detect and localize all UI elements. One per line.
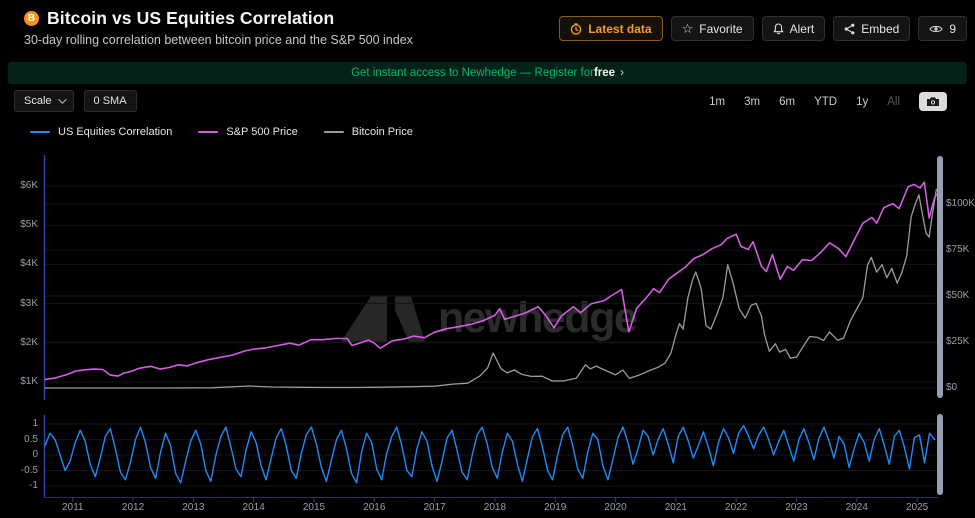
axis-tick-label: 2025 (897, 502, 937, 513)
axis-tick-label: $0 (946, 382, 975, 393)
axis-tick-label: $3K (0, 298, 38, 309)
axis-tick-label: $6K (0, 180, 38, 191)
newhedge-logo-icon (341, 296, 425, 342)
axis-tick-label: $5K (0, 219, 38, 230)
axis-tick-label: 2016 (354, 502, 394, 513)
axis-tick-label: 2022 (716, 502, 756, 513)
axis-tick-label: 2011 (53, 502, 93, 513)
axis-tick-label: 2020 (596, 502, 636, 513)
scrollbar-handle[interactable] (937, 414, 943, 495)
axis-tick-label: -0.5 (0, 465, 38, 476)
axis-tick-label: $100K (946, 198, 975, 209)
axis-tick-label: 2019 (535, 502, 575, 513)
axis-tick-label: $50K (946, 290, 975, 301)
axis-tick-label: $25K (946, 336, 975, 347)
axis-tick-label: 1 (0, 418, 38, 429)
watermark: newhedge (341, 294, 636, 343)
axis-tick-label: 0 (0, 449, 38, 460)
scrollbar-handle[interactable] (937, 156, 943, 398)
axis-tick-label: 2024 (837, 502, 877, 513)
axis-tick-label: 2021 (656, 502, 696, 513)
axis-tick-label: 2012 (113, 502, 153, 513)
price-chart[interactable] (45, 155, 937, 400)
axis-tick-label: 2013 (173, 502, 213, 513)
axis-tick-label: 2023 (776, 502, 816, 513)
axis-tick-label: 2015 (294, 502, 334, 513)
axis-tick-label: -1 (0, 480, 38, 491)
watermark-text: newhedge (438, 294, 636, 343)
newhedge-chart-page: B Bitcoin vs US Equities Correlation 30-… (0, 0, 975, 518)
correlation-chart[interactable] (45, 415, 937, 497)
axis-tick-label: $75K (946, 244, 975, 255)
axis-tick-label: $1K (0, 376, 38, 387)
axis-tick-label: 0.5 (0, 434, 38, 445)
chart-region: newhedge $6K $5K $4K $3K $2K $1K $100K $75K $50K… (0, 0, 975, 518)
axis-tick-label: $2K (0, 337, 38, 348)
axis-tick-label: 2018 (475, 502, 515, 513)
axis-tick-label: 2017 (415, 502, 455, 513)
axis-tick-label: 2014 (234, 502, 274, 513)
axis-tick-label: $4K (0, 258, 38, 269)
